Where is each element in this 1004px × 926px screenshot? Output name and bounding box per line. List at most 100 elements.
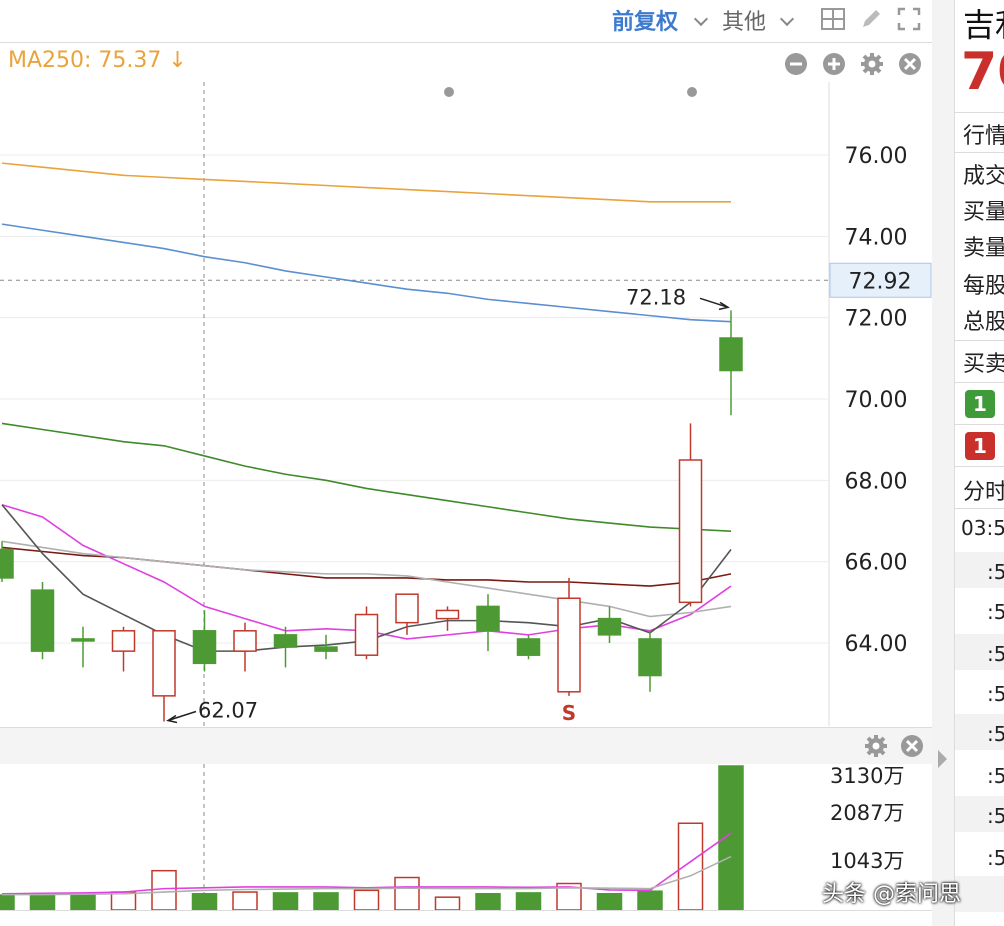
quote-panel: 吉利 70 行情 成交 买量 卖量 每股 总股 买卖 1 1 分时 03:5 :…	[954, 0, 1004, 926]
volume-bar[interactable]	[637, 890, 663, 910]
candle[interactable]	[557, 577, 581, 696]
close-icon[interactable]	[900, 734, 924, 758]
adjust-mode-dropdown[interactable]: 前复权	[612, 4, 678, 36]
high-annotation: 72.18	[626, 285, 686, 309]
y-tick-label: 66.00	[845, 551, 908, 576]
section-timeline[interactable]: 分时	[963, 474, 1004, 506]
zoom-out-icon[interactable]	[784, 52, 808, 76]
divider	[0, 910, 932, 911]
ma10-line	[1, 540, 732, 618]
volume-bar[interactable]	[313, 892, 339, 910]
settings-gear-icon[interactable]	[864, 734, 888, 758]
high-arrow	[699, 297, 730, 311]
volume-bar[interactable]	[353, 889, 380, 910]
tick-time: :5	[987, 764, 1004, 788]
volume-chart[interactable]: 3130万 2087万 1043万	[0, 764, 932, 910]
volume-bar[interactable]	[434, 896, 461, 910]
volume-ma-line	[1, 832, 732, 895]
volume-bar[interactable]	[110, 891, 137, 910]
quote-row: 每股	[963, 274, 1004, 299]
volume-bar[interactable]	[29, 894, 56, 910]
tick-time: 03:5	[961, 516, 1004, 540]
candle[interactable]	[30, 582, 55, 660]
divider	[0, 42, 932, 43]
candle[interactable]	[192, 610, 217, 672]
stock-name: 吉利	[963, 6, 1004, 44]
volume-bar[interactable]	[515, 892, 542, 910]
candle[interactable]	[638, 630, 662, 692]
ma30-line	[1, 546, 732, 587]
divider	[0, 727, 932, 728]
low-arrow	[166, 710, 197, 724]
quote-row: 成交	[963, 164, 1004, 189]
volume-bar[interactable]	[596, 893, 623, 910]
tick-time: :5	[987, 804, 1004, 828]
candle[interactable]	[314, 634, 338, 660]
volume-bar[interactable]	[232, 891, 258, 910]
volume-tick-label: 2087万	[830, 801, 904, 825]
candle[interactable]	[233, 622, 257, 672]
panel-splitter[interactable]	[932, 0, 954, 926]
volume-bar[interactable]	[475, 893, 501, 910]
candle[interactable]	[435, 606, 460, 631]
tick-time: :5	[987, 722, 1004, 746]
volume-bar[interactable]	[191, 893, 218, 910]
other-menu-dropdown[interactable]: 其他	[722, 4, 766, 36]
quote-row: 卖量	[963, 236, 1004, 261]
chevron-down-icon[interactable]	[779, 11, 795, 27]
event-dot[interactable]	[444, 87, 454, 97]
candle[interactable]	[678, 423, 703, 607]
candle[interactable]	[71, 626, 95, 668]
volume-bar[interactable]	[394, 876, 420, 910]
section-quote[interactable]: 行情	[963, 118, 1004, 150]
indicator-bar: MA250: 75.37 ↓	[0, 44, 932, 82]
candle[interactable]	[719, 310, 743, 416]
ma60-line	[1, 422, 732, 532]
fullscreen-icon[interactable]	[896, 6, 922, 32]
volume-bar[interactable]	[718, 765, 744, 910]
ma250-label: MA250: 75.37 ↓	[8, 48, 187, 73]
quote-row: 买量	[963, 200, 1004, 225]
y-tick-label: 68.00	[845, 469, 908, 494]
ma250-line	[1, 162, 731, 203]
tick-time: :5	[987, 560, 1004, 584]
section-orders[interactable]: 买卖	[963, 346, 1004, 378]
stock-price: 70	[961, 42, 1004, 102]
volume-ma-line	[2, 855, 732, 896]
grid-layout-icon[interactable]	[820, 6, 846, 32]
sell-signal-marker: S	[562, 701, 576, 725]
volume-header	[0, 728, 932, 764]
candlestick-chart[interactable]: 76.00 74.00 72.00 70.00 68.00 64.00 66.00 72.9…	[0, 82, 932, 726]
expand-arrow-icon[interactable]	[938, 750, 947, 768]
sell-level-badge: 1	[965, 390, 995, 418]
zoom-in-icon[interactable]	[822, 52, 846, 76]
y-tick-label: 72.00	[845, 307, 908, 332]
volume-bar[interactable]	[151, 869, 177, 910]
candle[interactable]	[597, 606, 622, 643]
ma120-line	[1, 223, 732, 323]
volume-bar[interactable]	[272, 892, 299, 910]
close-icon[interactable]	[898, 52, 922, 76]
y-tick-label: 64.00	[845, 632, 908, 657]
settings-gear-icon[interactable]	[860, 52, 884, 76]
candle[interactable]	[516, 634, 541, 660]
chart-toolbar: 前复权 其他	[0, 0, 932, 42]
volume-bar[interactable]	[70, 894, 96, 910]
y-tick-label: 74.00	[845, 225, 908, 250]
volume-bar[interactable]	[0, 894, 15, 910]
volume-tick-label: 3130万	[830, 764, 904, 788]
candle[interactable]	[354, 606, 379, 660]
volume-tick-label: 1043万	[830, 849, 904, 873]
tick-time: :5	[987, 600, 1004, 624]
candle[interactable]	[111, 626, 136, 672]
buy-level-badge: 1	[965, 432, 995, 460]
draw-pen-icon[interactable]	[858, 6, 884, 32]
event-dot[interactable]	[687, 87, 697, 97]
candle[interactable]	[152, 630, 176, 722]
y-tick-label: 70.00	[845, 388, 908, 413]
chevron-down-icon[interactable]	[693, 11, 709, 27]
tick-time: :5	[987, 846, 1004, 870]
volume-bar[interactable]	[677, 822, 704, 910]
candle[interactable]	[273, 626, 298, 668]
quote-row: 总股	[963, 310, 1004, 335]
